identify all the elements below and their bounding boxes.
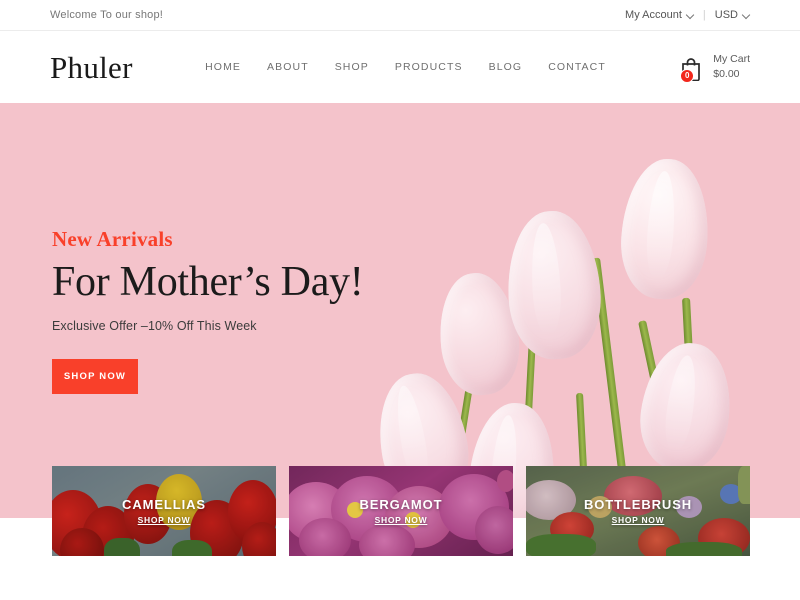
nav-item-home[interactable]: HOME xyxy=(205,61,241,73)
top-bar-divider: | xyxy=(702,9,706,21)
card-shop-now-link[interactable]: SHOP NOW xyxy=(375,515,428,525)
cart-label: My Cart xyxy=(713,53,750,66)
card-title: BERGAMOT xyxy=(359,497,443,512)
currency-dropdown[interactable]: USD xyxy=(715,9,750,21)
welcome-message: Welcome To our shop! xyxy=(50,9,164,21)
promo-card-camellias[interactable]: CAMELLIAS SHOP NOW xyxy=(52,466,276,556)
hero-headline: For Mother’s Day! xyxy=(52,258,364,305)
cart-button[interactable]: 0 My Cart $0.00 xyxy=(678,52,750,83)
cart-count-badge: 0 xyxy=(680,68,695,83)
currency-label: USD xyxy=(714,9,738,21)
card-title: CAMELLIAS xyxy=(122,497,206,512)
cart-total: $0.00 xyxy=(713,68,740,80)
card-label-bergamot: BERGAMOT SHOP NOW xyxy=(289,466,513,556)
cart-icon-wrapper: 0 xyxy=(678,53,705,83)
hero-tulips-image xyxy=(380,103,800,518)
my-account-dropdown[interactable]: My Account xyxy=(625,9,694,21)
promo-cards: CAMELLIAS SHOP NOW BERGAMOT SHOP NOW BOT… xyxy=(52,466,752,556)
hero-banner: New Arrivals For Mother’s Day! Exclusive… xyxy=(0,103,800,518)
main-navigation: HOME ABOUT SHOP PRODUCTS BLOG CONTACT xyxy=(133,61,679,73)
hero-shop-now-button[interactable]: SHOP NOW xyxy=(52,359,138,395)
hero-subline: Exclusive Offer –10% Off This Week xyxy=(52,319,257,334)
card-shop-now-link[interactable]: SHOP NOW xyxy=(138,515,191,525)
card-label-bottlebrush: BOTTLEBRUSH SHOP NOW xyxy=(526,466,750,556)
card-label-camellias: CAMELLIAS SHOP NOW xyxy=(52,466,276,556)
nav-item-about[interactable]: ABOUT xyxy=(267,61,309,73)
top-bar-right: My Account | USD xyxy=(625,9,750,21)
hero-eyebrow: New Arrivals xyxy=(52,226,173,251)
promo-card-bottlebrush[interactable]: BOTTLEBRUSH SHOP NOW xyxy=(526,466,750,556)
hero-content: New Arrivals For Mother’s Day! Exclusive… xyxy=(52,103,364,518)
chevron-down-icon xyxy=(687,12,694,19)
promo-card-bergamot[interactable]: BERGAMOT SHOP NOW xyxy=(289,466,513,556)
site-header: Phuler HOME ABOUT SHOP PRODUCTS BLOG CON… xyxy=(0,31,800,103)
top-bar: Welcome To our shop! My Account | USD xyxy=(0,0,800,31)
nav-item-blog[interactable]: BLOG xyxy=(489,61,523,73)
nav-item-products[interactable]: PRODUCTS xyxy=(395,61,463,73)
chevron-down-icon xyxy=(743,12,750,19)
nav-item-shop[interactable]: SHOP xyxy=(335,61,369,73)
cart-text: My Cart $0.00 xyxy=(713,52,750,81)
card-shop-now-link[interactable]: SHOP NOW xyxy=(612,515,665,525)
site-logo[interactable]: Phuler xyxy=(50,52,133,83)
my-account-label: My Account xyxy=(625,9,682,21)
card-title: BOTTLEBRUSH xyxy=(583,497,693,512)
nav-item-contact[interactable]: CONTACT xyxy=(548,61,606,73)
